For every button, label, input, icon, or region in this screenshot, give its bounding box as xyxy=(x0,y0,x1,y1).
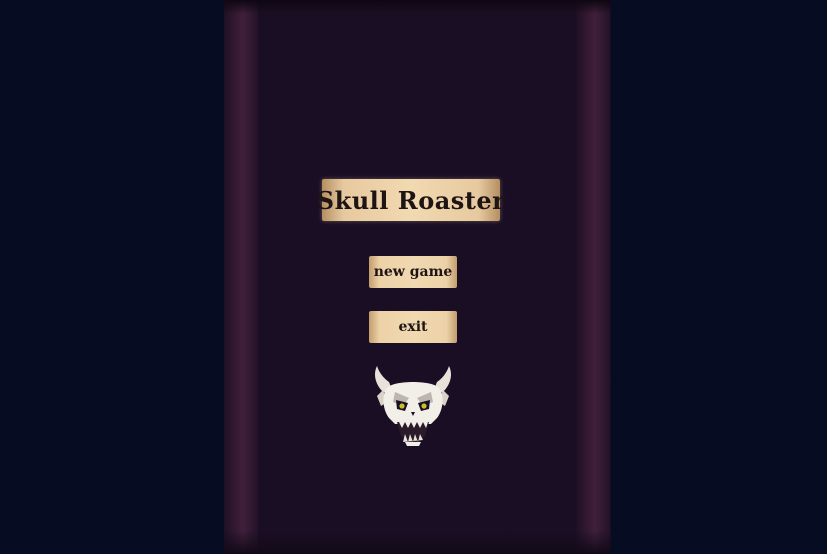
exit-label: exit xyxy=(398,319,428,335)
bottom-shadow xyxy=(224,530,611,554)
horned-skull-icon xyxy=(375,366,451,446)
new-game-button[interactable]: new game xyxy=(369,256,457,288)
left-backdrop xyxy=(0,0,226,554)
right-backdrop xyxy=(609,0,827,554)
new-game-label: new game xyxy=(373,264,453,280)
exit-button[interactable]: exit xyxy=(369,311,457,343)
left-pillar xyxy=(224,0,258,554)
top-shadow xyxy=(224,0,611,14)
right-pillar xyxy=(576,0,610,554)
game-title: Skull Roaster xyxy=(316,185,506,215)
title-plaque: Skull Roaster xyxy=(317,179,505,221)
